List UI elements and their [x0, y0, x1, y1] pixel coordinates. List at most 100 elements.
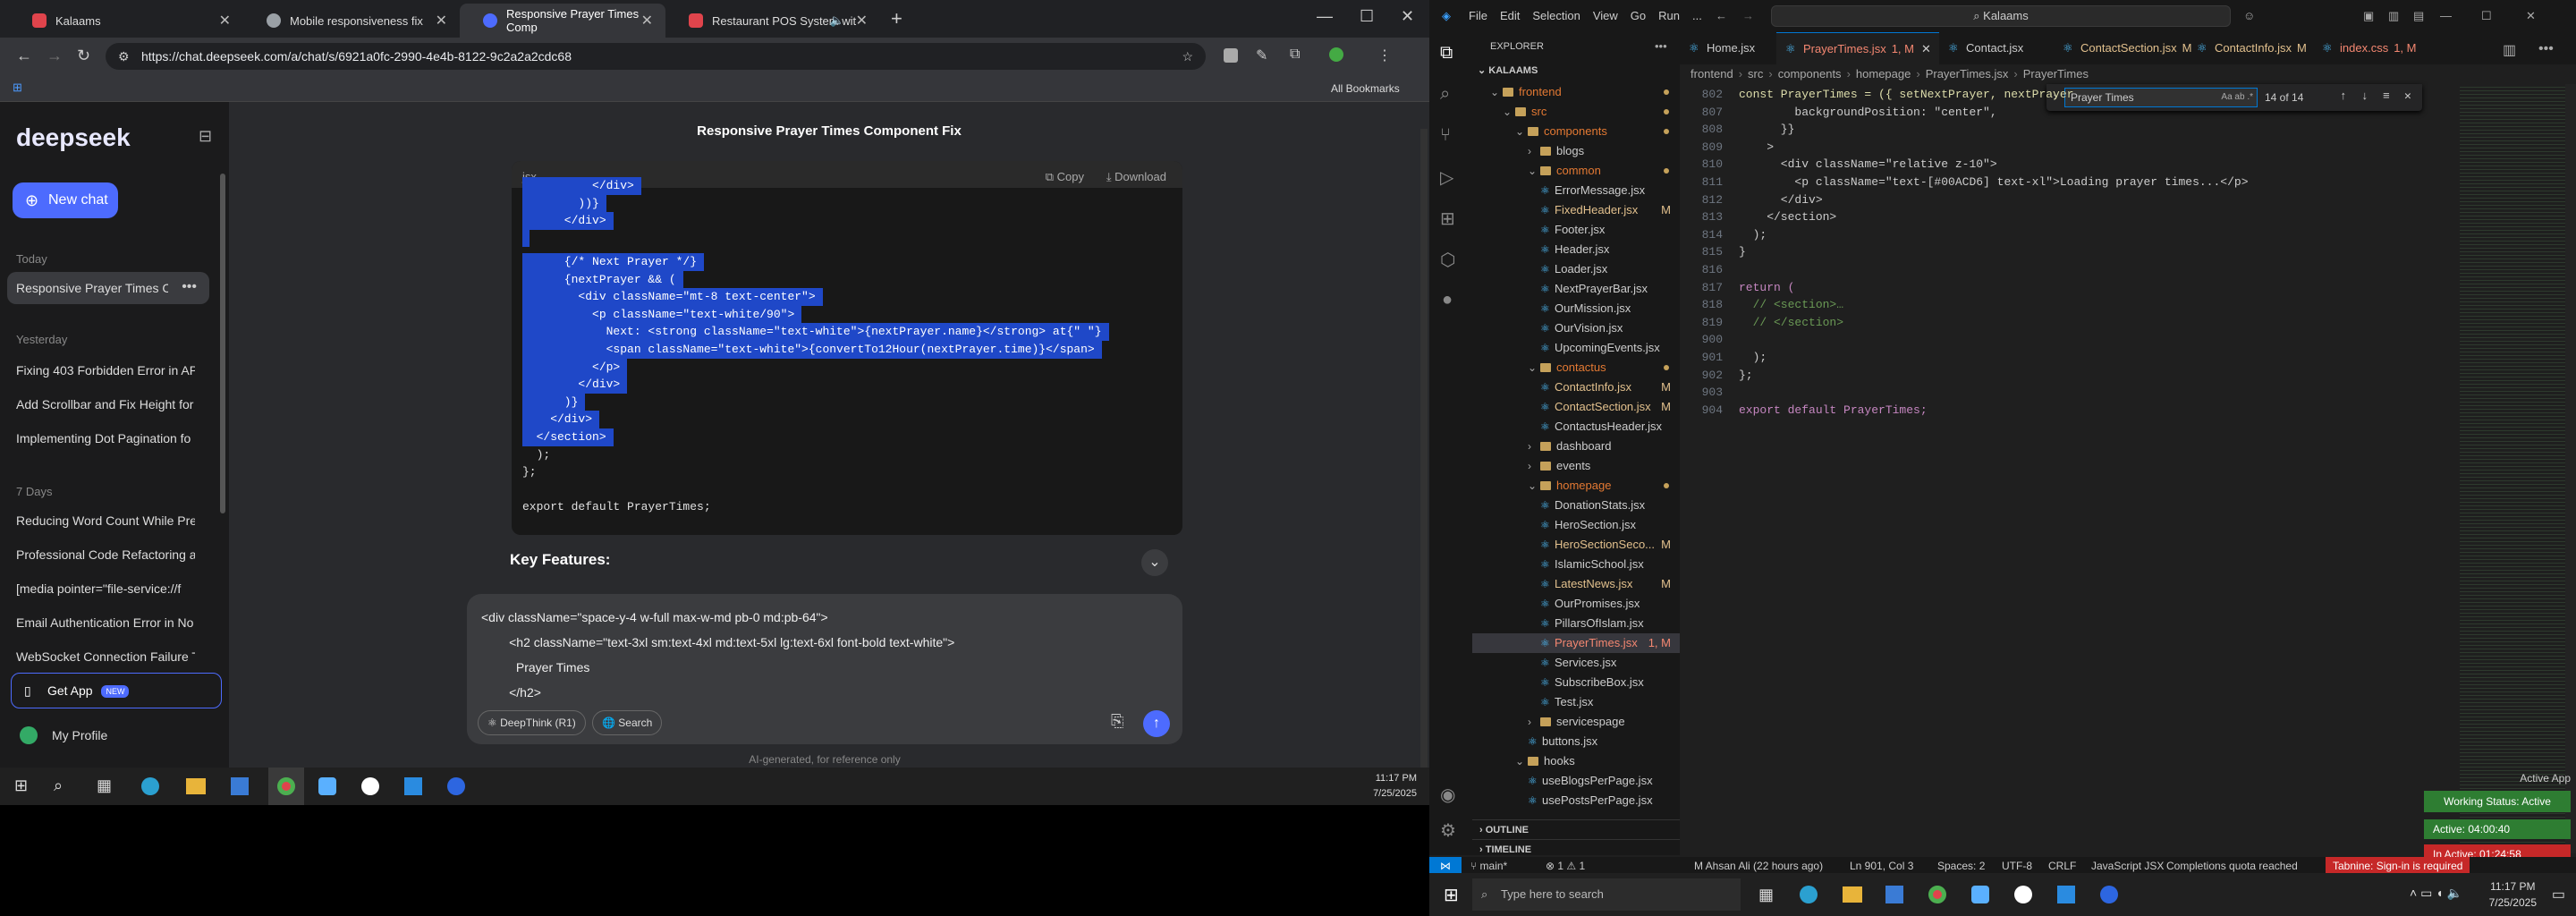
store-icon[interactable]	[231, 777, 249, 795]
menu-item-6[interactable]: ...	[1692, 9, 1702, 22]
taskbar-search[interactable]: ⌕ Type here to search	[1472, 878, 1741, 911]
close-icon[interactable]: ✕	[436, 12, 447, 30]
new-chat-button[interactable]: ⊕ New chat	[13, 182, 118, 218]
search-icon[interactable]: ⌕	[1440, 84, 1450, 105]
cursor-position[interactable]: Ln 901, Col 3	[1850, 860, 1913, 872]
minimize-icon[interactable]: —	[2440, 9, 2452, 22]
minimap[interactable]	[2460, 84, 2576, 853]
scroll-down-button[interactable]: ⌄	[1141, 549, 1168, 576]
tabnine-status[interactable]: Tabnine: Sign-in is required	[2326, 857, 2470, 875]
chat-item[interactable]: [media pointer="file-service://f	[16, 581, 195, 596]
editor-tab-contactsection-jsx[interactable]: ⚛ ContactSection.jsx M	[2054, 32, 2192, 64]
sidebar-scrollbar[interactable]	[220, 174, 225, 513]
panel-toggle-icon[interactable]: ▤	[2413, 9, 2424, 23]
folder-homepage[interactable]: ⌄ homepage	[1472, 476, 1680, 496]
tab-kalaams[interactable]: Kalaams ✕	[9, 4, 243, 38]
settings-gear-icon[interactable]: ⚙	[1440, 819, 1456, 842]
zoom-icon[interactable]	[2100, 886, 2118, 903]
tab-prayer-times[interactable]: Responsive Prayer Times Comp ✕	[460, 4, 665, 38]
windows-start-icon[interactable]: ⊞	[1444, 884, 1459, 906]
file-errormessage-jsx[interactable]: ⚛ ErrorMessage.jsx	[1472, 181, 1680, 200]
find-prev-icon[interactable]: ↑	[2340, 89, 2347, 103]
more-options-icon[interactable]: •••	[182, 279, 197, 295]
file-contactinfo-jsx[interactable]: ⚛ ContactInfo.jsx M	[1472, 377, 1680, 397]
collapse-sidebar-icon[interactable]: ⊟	[199, 127, 212, 146]
file-islamicschool-jsx[interactable]: ⚛ IslamicSchool.jsx	[1472, 555, 1680, 574]
chat-item[interactable]: Fixing 403 Forbidden Error in AP	[16, 363, 195, 377]
audio-icon[interactable]: 🔈	[830, 13, 844, 28]
folder-servicespage[interactable]: › servicespage	[1472, 712, 1680, 732]
git-blame[interactable]: M Ahsan Ali (22 hours ago)	[1694, 860, 1823, 872]
pen-extension-icon[interactable]: ✎	[1256, 47, 1267, 64]
folder-src[interactable]: ⌄ src	[1472, 102, 1680, 122]
file-test-jsx[interactable]: ⚛ Test.jsx	[1472, 692, 1680, 712]
chat-item[interactable]: WebSocket Connection Failure T	[16, 649, 195, 664]
profile-avatar[interactable]	[1329, 47, 1343, 62]
url-field[interactable]: ⚙ https://chat.deepseek.com/a/chat/s/692…	[106, 43, 1206, 70]
line-endings[interactable]: CRLF	[2048, 860, 2076, 872]
outline-section[interactable]: › OUTLINE	[1472, 819, 1680, 840]
github-icon[interactable]	[2014, 886, 2032, 903]
folder-contactus[interactable]: ⌄ contactus	[1472, 358, 1680, 377]
chrome-active-icon[interactable]	[268, 768, 304, 805]
notifications-icon[interactable]: ▭	[2552, 886, 2565, 903]
file-upcomingevents-jsx[interactable]: ⚛ UpcomingEvents.jsx	[1472, 338, 1680, 358]
active-chat-row[interactable]: Responsive Prayer Times Co •••	[7, 272, 209, 304]
vscode-icon[interactable]	[2057, 886, 2075, 903]
site-info-icon[interactable]: ⚙	[118, 49, 130, 64]
file-contactusheader-jsx[interactable]: ⚛ ContactusHeader.jsx	[1472, 417, 1680, 437]
menu-item-5[interactable]: Run	[1658, 9, 1680, 22]
file-useblogsperpage-jsx[interactable]: ⚛ useBlogsPerPage.jsx	[1472, 771, 1680, 791]
file-buttons-jsx[interactable]: ⚛ buttons.jsx	[1472, 732, 1680, 751]
forward-icon[interactable]: →	[47, 47, 63, 65]
store-icon[interactable]	[1885, 886, 1903, 903]
file-donationstats-jsx[interactable]: ⚛ DonationStats.jsx	[1472, 496, 1680, 515]
file-prayertimes-jsx[interactable]: ⚛ PrayerTimes.jsx 1, M	[1472, 633, 1680, 653]
extension-icon[interactable]	[1224, 48, 1238, 63]
file-latestnews-jsx[interactable]: ⚛ LatestNews.jsx M	[1472, 574, 1680, 594]
editor-tab-prayertimes-jsx[interactable]: ⚛ PrayerTimes.jsx 1, M ✕	[1776, 32, 1939, 64]
workspace-root[interactable]: ⌄ KALAAMS	[1478, 64, 1538, 76]
deepthink-button[interactable]: ⚛ DeepThink (R1)	[478, 710, 586, 735]
nav-back-icon[interactable]: ←	[1716, 9, 1727, 22]
tab-mobile-fix[interactable]: Mobile responsiveness fix ✕	[243, 4, 460, 38]
find-input[interactable]: Prayer Times Aa ab .*	[2064, 88, 2258, 107]
new-tab-icon[interactable]: +	[891, 7, 902, 30]
folder-components[interactable]: ⌄ components	[1472, 122, 1680, 141]
run-debug-icon[interactable]: ▷	[1440, 166, 1453, 189]
account-icon[interactable]: ◉	[1440, 784, 1455, 806]
copilot-icon[interactable]: ☺	[2243, 9, 2255, 22]
app-icon[interactable]	[1971, 886, 1989, 903]
attach-icon[interactable]: ⎘	[1111, 712, 1123, 731]
folder-dashboard[interactable]: › dashboard	[1472, 437, 1680, 456]
file-ourmission-jsx[interactable]: ⚛ OurMission.jsx	[1472, 299, 1680, 318]
windows-start-icon[interactable]: ⊞	[14, 776, 28, 795]
chrome-icon[interactable]	[1928, 886, 1946, 903]
edge-icon[interactable]	[141, 777, 159, 795]
file-explorer-icon[interactable]	[186, 778, 206, 794]
close-icon[interactable]: ✕	[1921, 42, 1931, 55]
edge-icon[interactable]	[1800, 886, 1818, 903]
menu-item-4[interactable]: Go	[1631, 9, 1646, 22]
editor-tab-contact-jsx[interactable]: ⚛ Contact.jsx	[1939, 32, 2054, 64]
clock[interactable]: 11:17 PM 7/25/2025	[2489, 878, 2537, 911]
back-icon[interactable]: ←	[16, 47, 32, 65]
more-actions-icon[interactable]: •••	[2538, 41, 2554, 57]
maximize-icon[interactable]: ☐	[1360, 7, 1374, 26]
explorer-more-icon[interactable]: •••	[1655, 39, 1667, 53]
search-button[interactable]: 🌐 Search	[592, 710, 663, 735]
menu-item-0[interactable]: File	[1469, 9, 1487, 22]
breadcrumb-item[interactable]: components	[1778, 67, 1842, 81]
message-input[interactable]: <div className="space-y-4 w-full max-w-m…	[467, 594, 1182, 744]
chat-item[interactable]: Professional Code Refactoring a	[16, 547, 195, 562]
system-tray-icon[interactable]: ˄ ▭ ◖ 🔈	[2410, 886, 2462, 901]
nav-forward-icon[interactable]: →	[1742, 9, 1754, 22]
file-contactsection-jsx[interactable]: ⚛ ContactSection.jsx M	[1472, 397, 1680, 417]
file-ourvision-jsx[interactable]: ⚛ OurVision.jsx	[1472, 318, 1680, 338]
breadcrumb-item[interactable]: src	[1748, 67, 1763, 81]
source-control-icon[interactable]: ⑂	[1440, 125, 1451, 146]
remote-status-icon[interactable]: ⋈	[1429, 857, 1462, 875]
close-window-icon[interactable]: ✕	[1401, 7, 1414, 26]
folder-events[interactable]: › events	[1472, 456, 1680, 476]
editor-scrollbar[interactable]	[2565, 84, 2576, 853]
